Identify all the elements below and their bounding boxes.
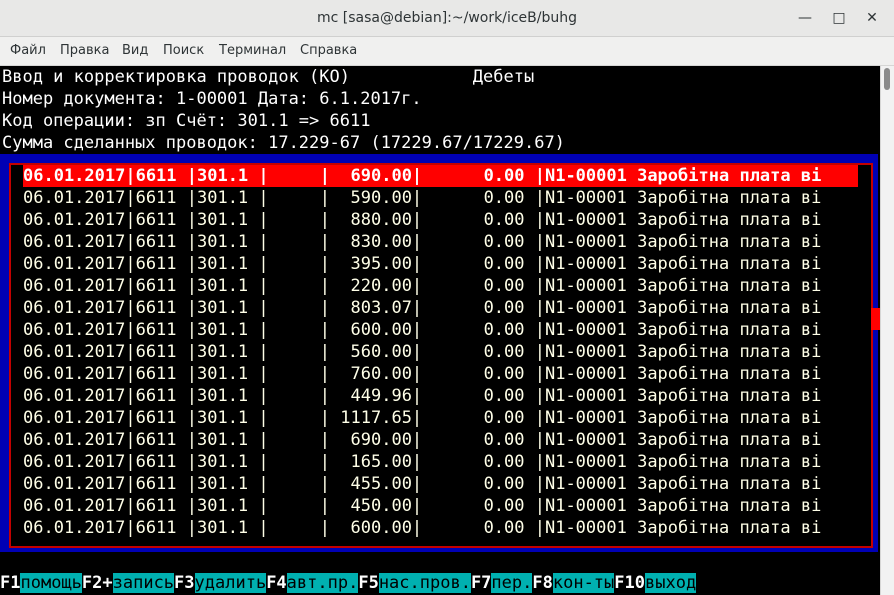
header-sum: Сумма сделанных проводок: 17.229-67 (172… — [2, 133, 565, 153]
menu-terminal[interactable]: Терминал — [219, 37, 286, 65]
fkey-f5[interactable]: F5 — [358, 573, 378, 593]
header-operation: Код операции: зп Счёт: 301.1 => 6611 — [2, 111, 371, 131]
table-row[interactable]: 06.01.2017|6611 |301.1 | | 880.00| 0.00 … — [23, 209, 821, 231]
window-title: mc [sasa@debian]:~/work/iceB/buhg — [317, 10, 577, 26]
terminal-scrollbar[interactable] — [880, 66, 894, 595]
fkey-label[interactable]: удалить — [194, 573, 267, 593]
header-title: Ввод и корректировка проводок (КО) Дебет… — [2, 67, 535, 87]
fkey-f7[interactable]: F7 — [471, 573, 491, 593]
close-icon[interactable]: ✕ — [863, 9, 881, 27]
fkey-label[interactable]: кон-ты — [552, 573, 615, 593]
scrollbar-thumb[interactable] — [884, 68, 890, 90]
table-row[interactable]: 06.01.2017|6611 |301.1 | | 830.00| 0.00 … — [23, 231, 821, 253]
fkey-label[interactable]: авт.пр. — [286, 573, 359, 593]
fkey-f8[interactable]: F8 — [532, 573, 552, 593]
fkey-f4[interactable]: F4 — [266, 573, 286, 593]
table-row[interactable]: 06.01.2017|6611 |301.1 | | 590.00| 0.00 … — [23, 187, 821, 209]
fkey-f1[interactable]: F1 — [0, 573, 20, 593]
fkey-f10[interactable]: F10 — [614, 573, 645, 593]
window-titlebar: mc [sasa@debian]:~/work/iceB/buhg — □ ✕ — [0, 0, 894, 37]
table-row[interactable]: 06.01.2017|6611 |301.1 | | 455.00| 0.00 … — [23, 473, 821, 495]
menu-view[interactable]: Вид — [122, 37, 148, 65]
menu-file[interactable]: Файл — [10, 37, 46, 65]
fkey-label[interactable]: помощь — [20, 573, 82, 593]
table-row[interactable]: 06.01.2017|6611 |301.1 | | 803.07| 0.00 … — [23, 297, 821, 319]
menu-edit[interactable]: Правка — [60, 37, 109, 65]
fkey-label[interactable]: запись — [112, 573, 175, 593]
table-row[interactable]: 06.01.2017|6611 |301.1 | | 760.00| 0.00 … — [23, 363, 821, 385]
table-row[interactable]: 06.01.2017|6611 |301.1 | | 690.00| 0.00 … — [23, 165, 858, 187]
menu-help[interactable]: Справка — [300, 37, 357, 65]
table-row[interactable]: 06.01.2017|6611 |301.1 | | 165.00| 0.00 … — [23, 451, 821, 473]
table-row[interactable]: 06.01.2017|6611 |301.1 | | 560.00| 0.00 … — [23, 341, 821, 363]
fkey-f2plus[interactable]: F2+ — [82, 573, 113, 593]
table-row[interactable]: 06.01.2017|6611 |301.1 | | 690.00| 0.00 … — [23, 429, 821, 451]
fkey-f3[interactable]: F3 — [174, 573, 194, 593]
terminal[interactable]: Ввод и корректировка проводок (КО) Дебет… — [0, 66, 881, 595]
table-row[interactable]: 06.01.2017|6611 |301.1 | | 450.00| 0.00 … — [23, 495, 821, 517]
menubar: Файл Правка Вид Поиск Терминал Справка — [0, 37, 894, 66]
table-row[interactable]: 06.01.2017|6611 |301.1 | | 1117.65| 0.00… — [23, 407, 821, 429]
minimize-icon[interactable]: — — [796, 9, 814, 27]
header-document: Номер документа: 1-00001 Дата: 6.1.2017г… — [2, 89, 422, 109]
fkey-label[interactable]: нас.пров. — [378, 573, 471, 593]
fkey-label[interactable]: выход — [645, 573, 697, 593]
table-row[interactable]: 06.01.2017|6611 |301.1 | | 600.00| 0.00 … — [23, 517, 821, 539]
menu-search[interactable]: Поиск — [163, 37, 204, 65]
table-row[interactable]: 06.01.2017|6611 |301.1 | | 220.00| 0.00 … — [23, 275, 821, 297]
table-row[interactable]: 06.01.2017|6611 |301.1 | | 449.96| 0.00 … — [23, 385, 821, 407]
table-row[interactable]: 06.01.2017|6611 |301.1 | | 395.00| 0.00 … — [23, 253, 821, 275]
table-row[interactable]: 06.01.2017|6611 |301.1 | | 600.00| 0.00 … — [23, 319, 821, 341]
function-key-bar: F1помощьF2+записьF3удалитьF4авт.пр.F5нас… — [0, 572, 697, 594]
entries-list: 06.01.2017|6611 |301.1 | | 690.00| 0.00 … — [9, 163, 873, 548]
entries-panel: 06.01.2017|6611 |301.1 | | 690.00| 0.00 … — [0, 154, 878, 552]
fkey-label[interactable]: пер. — [491, 573, 533, 593]
maximize-icon[interactable]: □ — [830, 9, 848, 27]
